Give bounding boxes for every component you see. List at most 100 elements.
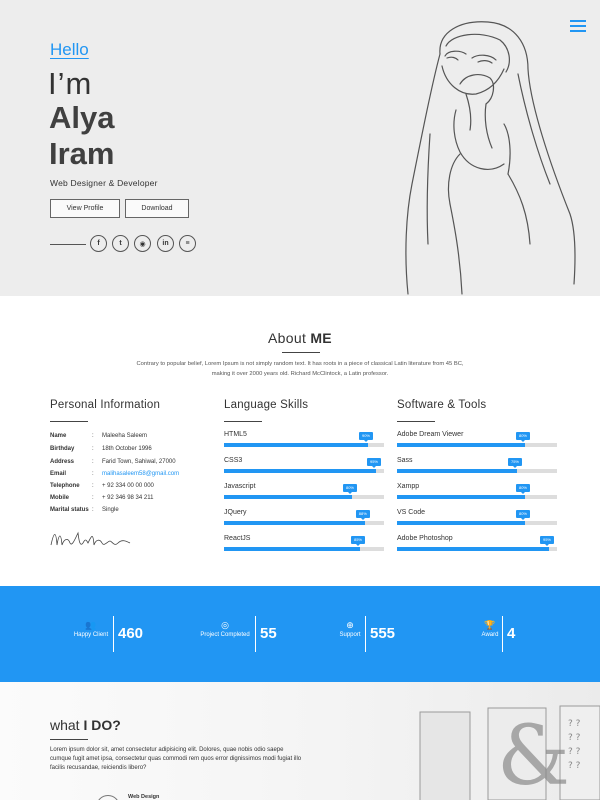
language-skill-item: CSS3 95% xyxy=(224,457,384,477)
users-icon: 👥 xyxy=(85,620,97,630)
linkedin-icon[interactable]: in xyxy=(157,235,174,252)
info-row-marital-status: Marital status: Single xyxy=(50,507,119,513)
skill-percent-badge: 95% xyxy=(540,536,554,546)
skill-bar-track xyxy=(397,469,557,473)
job-title: Web Designer & Developer xyxy=(50,178,158,188)
download-button[interactable]: Download xyxy=(125,199,189,218)
skill-bar-track xyxy=(397,443,557,447)
skill-bar-track xyxy=(397,547,557,551)
stat-label-project-completed: Project Completed xyxy=(200,632,250,638)
stat-divider xyxy=(502,616,503,652)
wall-frames-photo: & ? ? ? ? ? ? ? ? xyxy=(419,705,600,800)
what-i-do-description: Lorem ipsum dolor sit, amet consectetur … xyxy=(50,747,302,771)
svg-text:? ?: ? ? xyxy=(568,733,581,743)
hero-section: Hello I’m Alya Iram Web Designer & Devel… xyxy=(0,0,600,296)
skill-percent-badge: 90% xyxy=(359,432,373,442)
skill-name: Adobe Photoshop xyxy=(397,535,453,542)
svg-text:? ?: ? ? xyxy=(568,761,581,771)
hello-link[interactable]: Hello xyxy=(50,40,89,60)
personal-info-title: Personal Information xyxy=(50,399,161,411)
svg-text:? ?: ? ? xyxy=(568,747,581,757)
skill-percent-badge: 80% xyxy=(516,432,530,442)
info-row-telephone: Telephone: + 92 334 00 00 000 xyxy=(50,483,154,489)
intro-im: I’m xyxy=(48,66,93,101)
skill-name: Sass xyxy=(397,457,413,464)
eye-icon: ◎ xyxy=(221,620,229,630)
skill-bar-track xyxy=(397,495,557,499)
what-i-do-title: what I DO? xyxy=(50,717,121,733)
last-name: Iram xyxy=(49,136,115,171)
svg-text:&: & xyxy=(497,709,570,800)
info-row-birthday: Birthday:18th October 1996 xyxy=(50,446,152,452)
software-tools-underline xyxy=(397,421,435,422)
info-row-mobile: Mobile: + 92 346 98 34 211 xyxy=(50,495,154,501)
skill-percent-badge: 80% xyxy=(516,510,530,520)
skill-bar-track xyxy=(397,521,557,525)
about-title-underline xyxy=(282,352,320,353)
skill-bar-fill xyxy=(224,521,365,525)
skill-bar-fill xyxy=(397,521,525,525)
woman-line-sketch xyxy=(405,21,576,295)
svg-text:? ?: ? ? xyxy=(568,719,581,729)
language-skill-item: ReactJS 85% xyxy=(224,535,384,555)
first-name: Alya xyxy=(49,100,115,135)
skill-bar-track xyxy=(224,521,384,525)
stat-value-happy-client: 460 xyxy=(118,625,144,642)
software-skill-item: Xampp 80% xyxy=(397,483,557,503)
signature-image xyxy=(50,531,131,546)
skill-bar-fill xyxy=(224,469,376,473)
software-skill-item: Sass 75% xyxy=(397,457,557,477)
view-profile-button[interactable]: View Profile xyxy=(50,199,120,218)
stat-value-support: 555 xyxy=(370,625,396,642)
skill-percent-badge: 95% xyxy=(367,458,381,468)
stat-divider xyxy=(365,616,366,652)
software-skill-item: Adobe Photoshop 95% xyxy=(397,535,557,555)
info-row-email: Email: malihasaleem58@gmail.com xyxy=(50,471,180,477)
skill-percent-badge: 80% xyxy=(516,484,530,494)
skill-bar-fill xyxy=(397,495,525,499)
what-i-do-section: & ? ? ? ? ? ? ? ? xyxy=(0,682,600,800)
skill-name: VS Code xyxy=(397,509,426,516)
skill-bar-fill xyxy=(224,495,352,499)
github-icon[interactable]: ◉ xyxy=(134,235,151,252)
skill-bar-fill xyxy=(397,469,517,473)
stats-band: 👥 Happy Client 460 ◎ Project Completed 5… xyxy=(0,586,600,682)
software-skill-item: VS Code 80% xyxy=(397,509,557,529)
about-title: About ME xyxy=(268,330,332,346)
skill-bar-fill xyxy=(397,547,549,551)
skill-name: HTML5 xyxy=(224,431,247,438)
skill-bar-fill xyxy=(397,443,525,447)
stat-divider xyxy=(113,616,114,652)
skill-bar-track xyxy=(224,469,384,473)
language-skill-item: JQuery 88% xyxy=(224,509,384,529)
twitter-icon[interactable]: t xyxy=(112,235,129,252)
about-description: Contrary to popular belief, Lorem Ipsum … xyxy=(136,361,464,377)
personal-info-underline xyxy=(50,421,88,422)
software-tools-title: Software & Tools xyxy=(397,399,487,411)
language-skill-item: Javascript 80% xyxy=(224,483,384,503)
skill-bar-track xyxy=(224,495,384,499)
skill-percent-badge: 75% xyxy=(508,458,522,468)
info-row-name: Name: Maleeha Saleem xyxy=(50,433,148,439)
skill-bar-track xyxy=(224,443,384,447)
skill-bar-fill xyxy=(224,547,360,551)
language-skill-item: HTML5 90% xyxy=(224,431,384,451)
skill-name: Xampp xyxy=(397,483,420,490)
stat-value-project-completed: 55 xyxy=(260,625,277,642)
stackoverflow-icon[interactable]: ≡ xyxy=(179,235,196,252)
skill-percent-badge: 85% xyxy=(351,536,365,546)
skill-name: ReactJS xyxy=(224,535,251,542)
facebook-icon[interactable]: f xyxy=(90,235,107,252)
software-skill-item: Adobe Dream Viewer 80% xyxy=(397,431,557,451)
skill-name: CSS3 xyxy=(224,457,243,464)
skill-percent-badge: 80% xyxy=(343,484,357,494)
email-link[interactable]: malihasaleem58@gmail.com xyxy=(102,471,179,477)
info-row-address: Address: Farid Town, Sahiwal, 27000 xyxy=(50,459,176,465)
stat-value-award: 4 xyxy=(507,625,516,642)
skill-bar-fill xyxy=(224,443,368,447)
service-web-design-title: Web Design xyxy=(128,794,160,800)
language-skills-title: Language Skills xyxy=(224,399,309,411)
skill-percent-badge: 88% xyxy=(355,510,370,520)
social-divider xyxy=(50,244,86,245)
stat-divider xyxy=(255,616,256,652)
